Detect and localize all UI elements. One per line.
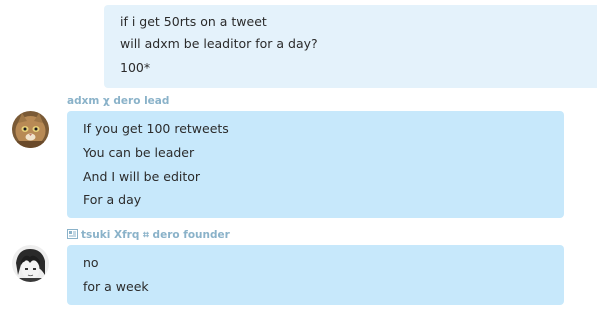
outgoing-message-bubble: if i get 50rts on a tweet will adxm be l… [104,5,597,88]
message-text-line: if i get 50rts on a tweet [120,14,267,29]
message-text-line: If you get 100 retweets [83,121,229,136]
message-text-line: And I will be editor [83,169,201,184]
cat-avatar-icon [12,111,49,148]
avatar[interactable] [12,245,49,282]
message-text-line: For a day [83,192,142,207]
avatar[interactable] [12,111,49,148]
id-card-icon [67,229,78,243]
message-text-line: will adxm be leaditor for a day? [120,36,318,51]
anime-avatar-icon [12,245,49,282]
incoming-message-bubble: no for a week [67,245,564,305]
message-text-line: 100* [120,60,151,75]
message-text-line: for a week [83,279,149,294]
incoming-message-bubble: If you get 100 retweets You can be leade… [67,111,564,218]
sender-name[interactable]: adxm χ dero lead [67,95,169,108]
sender-header[interactable]: tsuki Χfrq ⌗ dero founder [67,229,230,243]
message-text-line: no [83,255,99,270]
sender-name: tsuki Χfrq ⌗ dero founder [81,229,230,241]
message-text-line: You can be leader [83,145,195,160]
